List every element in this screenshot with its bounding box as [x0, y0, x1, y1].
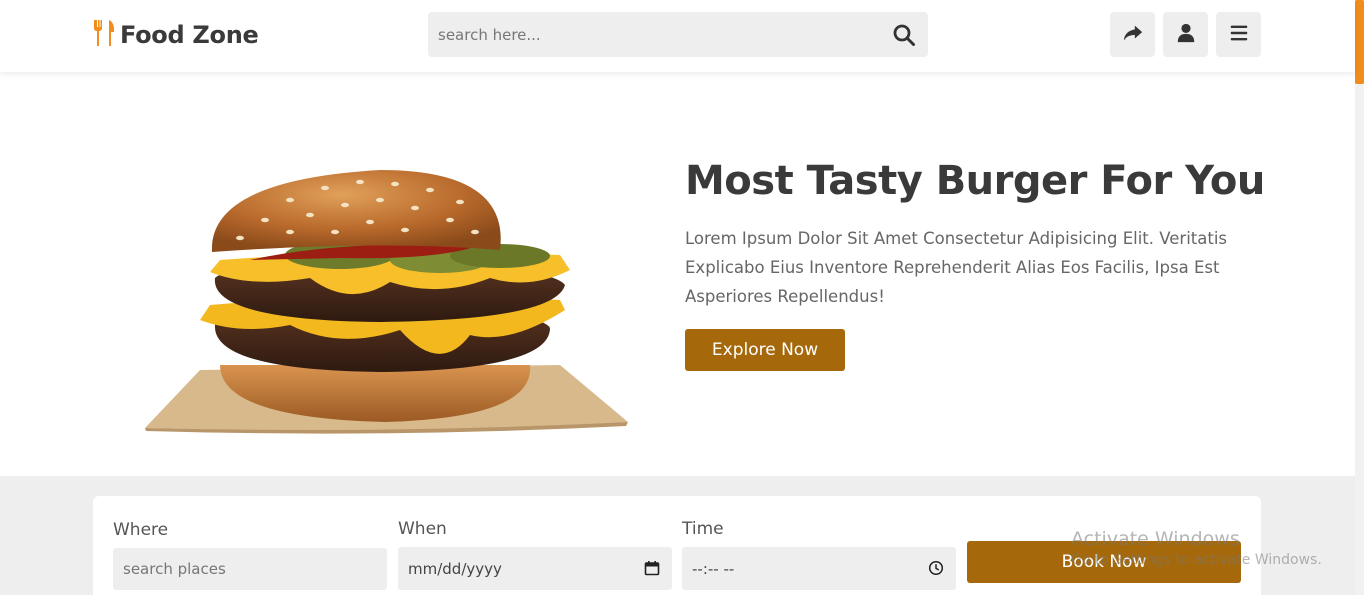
calendar-icon[interactable]	[644, 560, 660, 576]
scrollbar-track[interactable]	[1355, 0, 1364, 595]
when-value: mm/dd/yyyy	[408, 559, 502, 578]
search-bar	[428, 12, 928, 57]
hero-description: Lorem Ipsum Dolor Sit Amet Consectetur A…	[685, 229, 1228, 306]
time-label: Time	[682, 519, 724, 539]
brand-name: Food Zone	[120, 21, 259, 49]
scrollbar-thumb[interactable]	[1355, 0, 1364, 84]
utensils-icon	[92, 19, 116, 51]
burger-image	[140, 160, 635, 440]
menu-icon	[1228, 22, 1250, 48]
activation-watermark-title: Activate Windows	[1071, 528, 1240, 550]
brand-logo[interactable]: Food Zone	[92, 19, 259, 51]
where-input[interactable]: search places	[113, 548, 387, 590]
site-header: Food Zone	[0, 0, 1355, 72]
time-input[interactable]: --:-- --	[682, 547, 956, 590]
activation-watermark-text: Go to Settings to activate Windows.	[1071, 552, 1322, 568]
share-icon	[1122, 22, 1144, 48]
menu-button[interactable]	[1216, 12, 1261, 57]
explore-now-button[interactable]: Explore Now	[685, 329, 845, 371]
search-icon[interactable]	[892, 23, 916, 47]
where-placeholder: search places	[123, 560, 226, 578]
when-date-input[interactable]: mm/dd/yyyy	[398, 547, 672, 590]
time-value: --:-- --	[692, 559, 735, 578]
when-label: When	[398, 519, 447, 539]
user-icon	[1175, 22, 1197, 48]
share-button[interactable]	[1110, 12, 1155, 57]
hero-title: Most Tasty Burger For You	[685, 158, 1265, 204]
clock-icon[interactable]	[928, 560, 944, 576]
where-label: Where	[113, 520, 169, 540]
account-button[interactable]	[1163, 12, 1208, 57]
search-input[interactable]	[438, 12, 878, 57]
